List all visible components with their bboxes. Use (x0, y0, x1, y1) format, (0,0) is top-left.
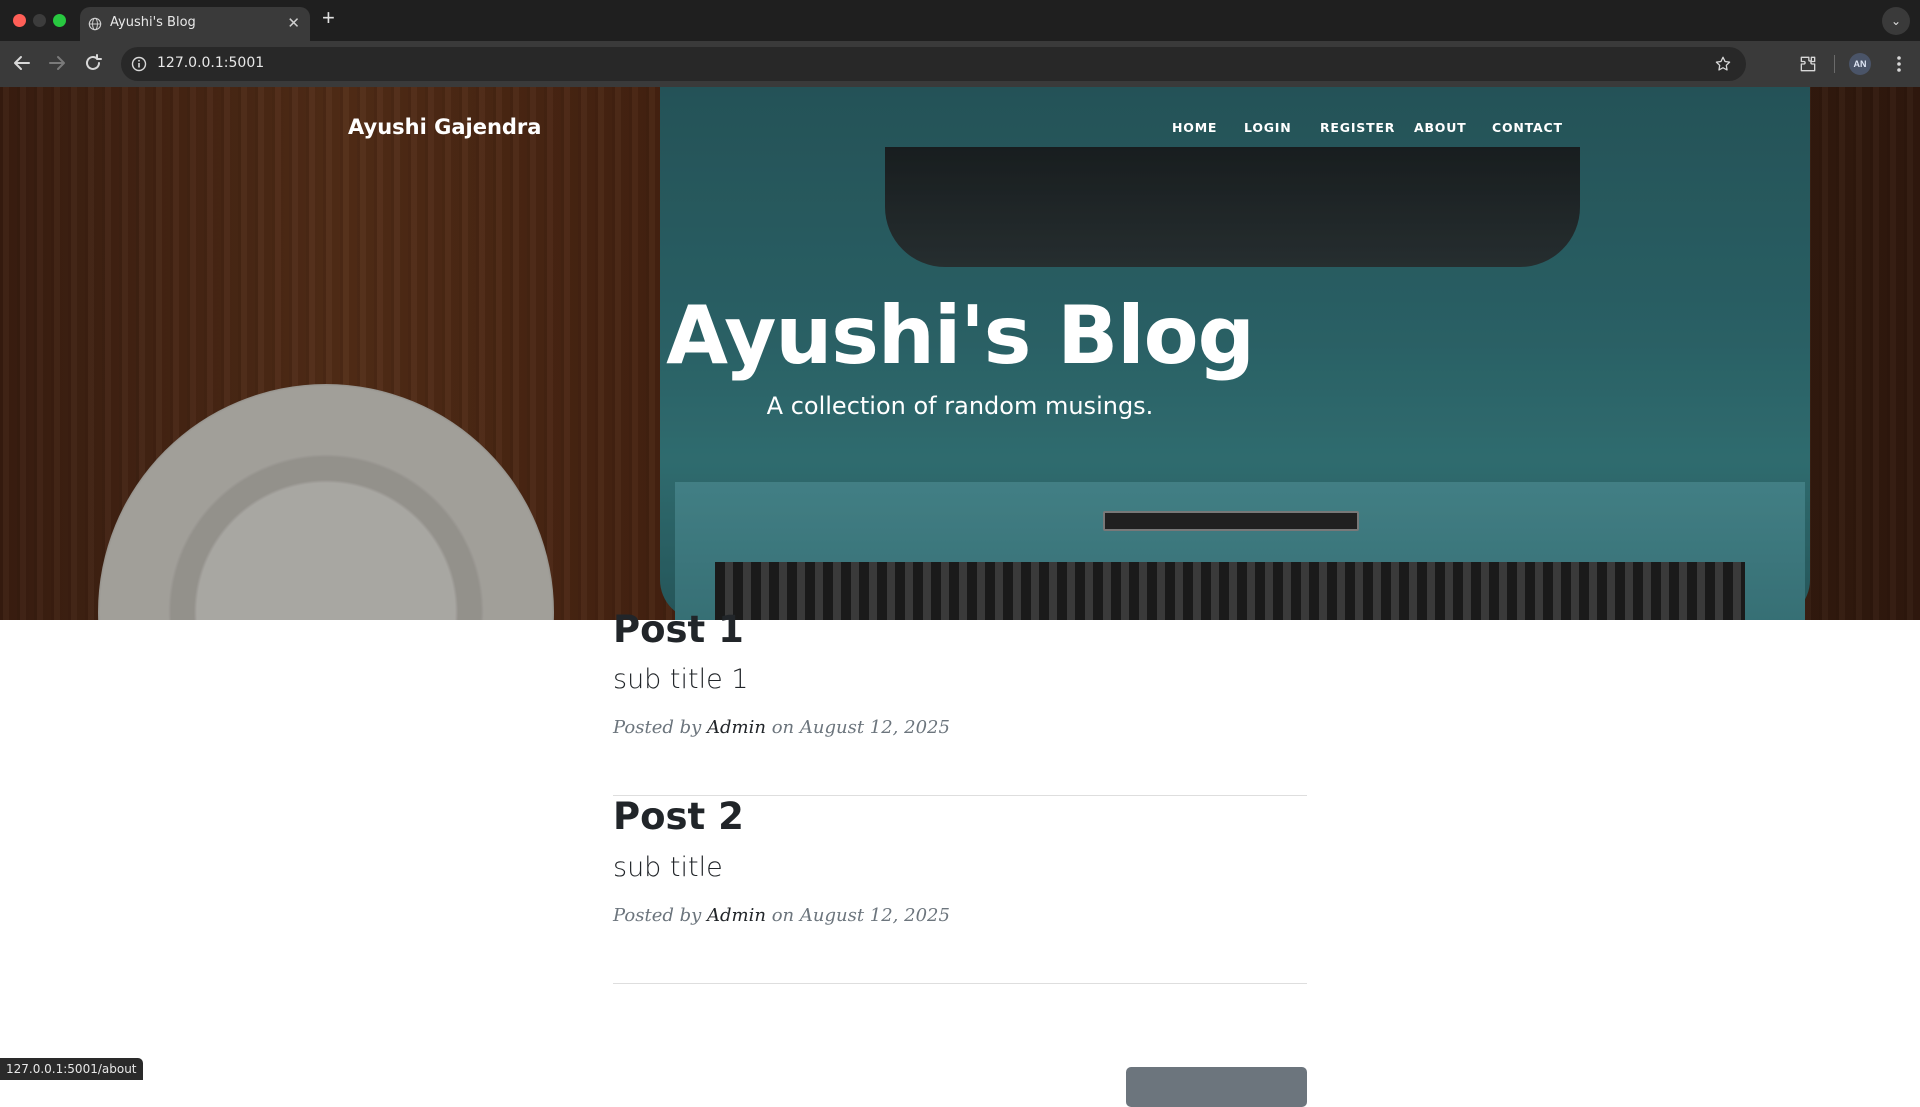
post-subtitle[interactable]: sub title (613, 852, 723, 883)
post-preview: Post 2 sub title Posted by Admin on Augu… (613, 795, 1307, 984)
page-subtitle: A collection of random musings. (766, 392, 1154, 420)
post-title-link[interactable]: Post 2 (613, 795, 744, 838)
new-tab-button[interactable]: + (322, 7, 335, 29)
nav-login[interactable]: LOGIN (1244, 120, 1292, 135)
chevron-down-icon[interactable]: ⌄ (1882, 7, 1910, 35)
tab-title: Ayushi's Blog (110, 15, 196, 30)
close-icon[interactable]: ✕ (287, 14, 300, 32)
maximize-window-button[interactable] (53, 14, 66, 27)
star-icon[interactable] (1714, 55, 1732, 73)
globe-icon (88, 17, 102, 31)
status-bar-url: 127.0.0.1:5001/about (0, 1058, 143, 1080)
profile-avatar[interactable]: AN (1849, 53, 1871, 75)
puzzle-icon[interactable] (1798, 54, 1818, 74)
url-text[interactable]: 127.0.0.1:5001 (157, 55, 264, 71)
post-date: August 12, 2025 (799, 717, 950, 738)
arrow-left-icon[interactable] (10, 51, 34, 75)
post-preview: Post 1 sub title 1 Posted by Admin on Au… (613, 608, 1307, 796)
reload-icon[interactable] (81, 51, 105, 75)
browser-tab[interactable]: Ayushi's Blog ✕ (80, 7, 310, 41)
post-meta-prefix: Posted by (613, 905, 702, 926)
post-author-link[interactable]: Admin (707, 717, 766, 738)
post-meta-middle: on (771, 717, 795, 738)
post-meta-prefix: Posted by (613, 717, 702, 738)
nav-about[interactable]: ABOUT (1414, 120, 1467, 135)
nav-register[interactable]: REGISTER (1320, 120, 1395, 135)
nav-contact[interactable]: CONTACT (1492, 120, 1563, 135)
nav-home[interactable]: HOME (1172, 120, 1217, 135)
post-date: August 12, 2025 (799, 905, 950, 926)
post-meta: Posted by Admin on August 12, 2025 (613, 717, 950, 738)
toolbar-divider (1834, 55, 1835, 73)
info-icon[interactable] (131, 56, 147, 72)
post-title-link[interactable]: Post 1 (613, 608, 744, 651)
post-list: Post 1 sub title 1 Posted by Admin on Au… (613, 608, 1307, 984)
older-posts-button[interactable] (1126, 1067, 1307, 1107)
post-meta-middle: on (771, 905, 795, 926)
post-meta: Posted by Admin on August 12, 2025 (613, 905, 950, 926)
tab-strip: Ayushi's Blog ✕ + ⌄ (0, 0, 1920, 41)
page-title: Ayushi's Blog (666, 289, 1255, 382)
minimize-window-button[interactable] (33, 14, 46, 27)
post-subtitle[interactable]: sub title 1 (613, 664, 748, 695)
site-brand-link[interactable]: Ayushi Gajendra (348, 115, 541, 139)
masthead: Ayushi Gajendra HOME LOGIN REGISTER ABOU… (0, 87, 1920, 620)
close-window-button[interactable] (13, 14, 26, 27)
arrow-right-icon[interactable] (45, 51, 69, 75)
address-bar[interactable]: 127.0.0.1:5001 (121, 47, 1746, 81)
post-author-link[interactable]: Admin (707, 905, 766, 926)
more-vertical-icon[interactable] (1890, 53, 1908, 75)
browser-toolbar: 127.0.0.1:5001 AN (0, 41, 1920, 87)
